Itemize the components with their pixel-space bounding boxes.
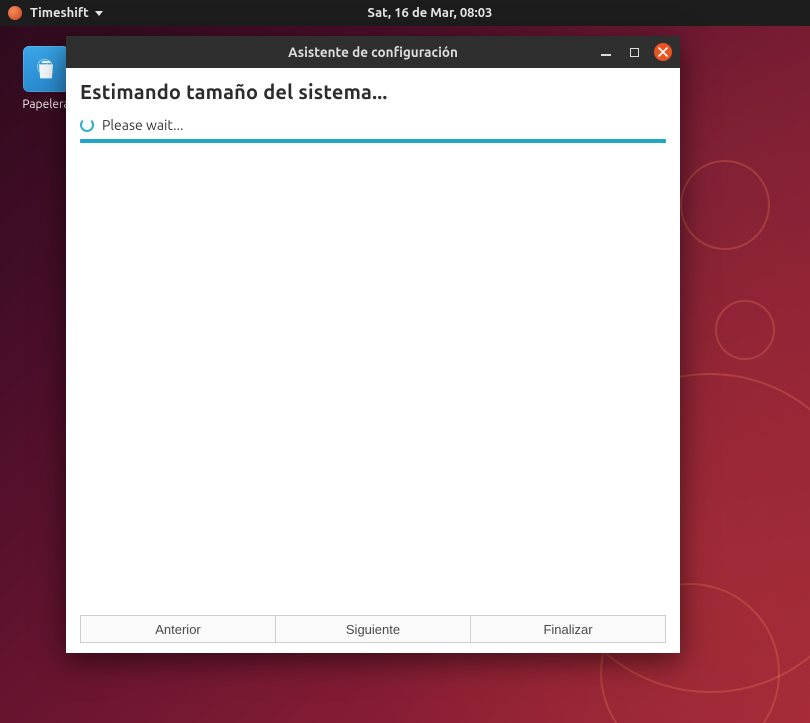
dialog-titlebar[interactable]: Asistente de configuración: [66, 36, 680, 68]
window-maximize-button[interactable]: [626, 44, 642, 60]
wizard-dialog: Asistente de configuración Estimando tam…: [66, 36, 680, 653]
prev-button[interactable]: Anterior: [80, 615, 276, 643]
app-menu-label: Timeshift: [30, 6, 89, 20]
app-menu-dropdown[interactable]: Timeshift: [30, 6, 103, 20]
finish-button[interactable]: Finalizar: [471, 615, 666, 643]
window-close-button[interactable]: [654, 43, 672, 61]
trash-icon: [23, 46, 69, 92]
spinner-icon: [80, 118, 94, 132]
top-panel: Timeshift Sat, 16 de Mar, 08:03: [0, 0, 810, 26]
wizard-button-row: Anterior Siguiente Finalizar: [80, 615, 666, 643]
progress-bar: [80, 139, 666, 143]
chevron-down-icon: [95, 11, 103, 16]
status-text: Please wait...: [102, 117, 183, 133]
window-minimize-button[interactable]: [598, 44, 614, 60]
status-row: Please wait...: [80, 117, 666, 133]
app-indicator-icon: [8, 6, 22, 20]
next-button[interactable]: Siguiente: [276, 615, 471, 643]
dialog-title: Asistente de configuración: [288, 44, 458, 60]
panel-clock[interactable]: Sat, 16 de Mar, 08:03: [368, 6, 493, 20]
wizard-heading: Estimando tamaño del sistema...: [80, 80, 666, 103]
dialog-content: Estimando tamaño del sistema... Please w…: [66, 68, 680, 653]
